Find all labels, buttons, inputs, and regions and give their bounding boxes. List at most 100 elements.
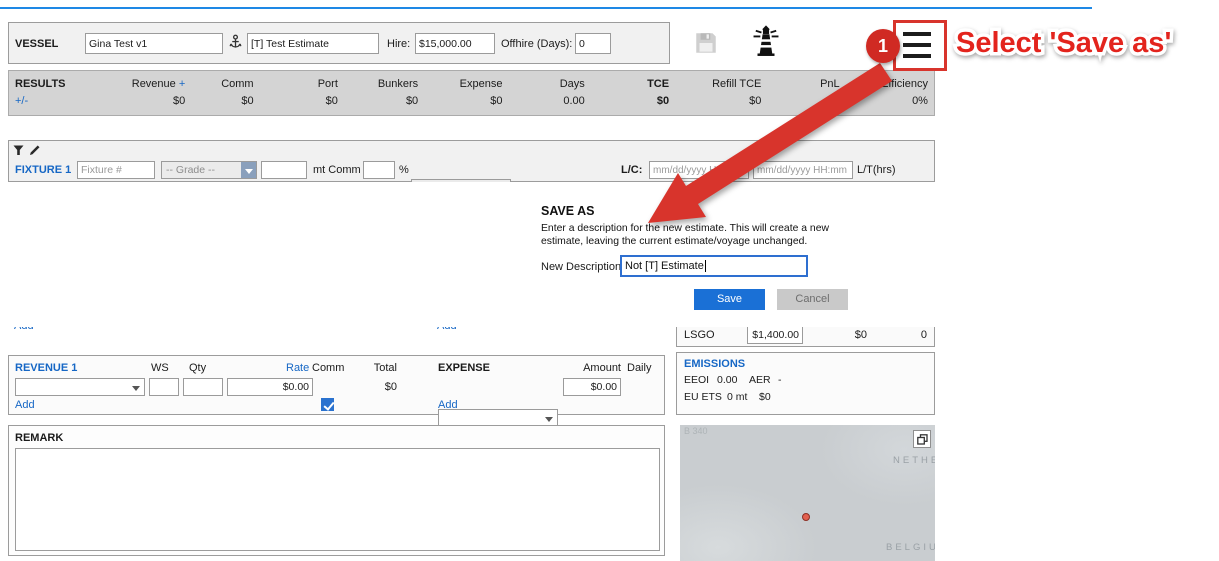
laycan-to-input[interactable] <box>753 161 853 179</box>
results-col-label: PnL <box>764 78 840 90</box>
results-col-label: Days <box>505 78 585 90</box>
map-label-netherlands: NETHE <box>893 455 935 466</box>
comm-input[interactable] <box>363 161 395 179</box>
estimate-name-input[interactable] <box>247 33 379 54</box>
results-col-value: $0 <box>764 95 840 107</box>
fixture-number-input[interactable] <box>77 161 155 179</box>
eeoi-value: 0.00 <box>717 374 737 386</box>
results-col-value: $0 <box>671 95 761 107</box>
results-col-value: 0.00 <box>505 95 585 107</box>
ws-input[interactable] <box>149 378 179 396</box>
bunker-grade-label: LSGO <box>684 329 715 341</box>
bunker-cost-value: $0 <box>827 329 867 341</box>
results-col-value: $0 <box>188 95 254 107</box>
cancel-button[interactable]: Cancel <box>777 289 848 310</box>
revenue-plus-toggle[interactable]: + <box>179 78 185 90</box>
remark-textarea[interactable] <box>15 448 660 551</box>
text-caret <box>705 260 706 272</box>
euets-qty: 0 mt <box>727 391 747 403</box>
euets-label: EU ETS <box>684 391 722 403</box>
cargo-qty-input[interactable] <box>261 161 307 179</box>
annotation-callout: Select 'Save as' <box>948 14 1219 68</box>
results-col-value: $0 <box>420 95 502 107</box>
results-col-label: Revenue + <box>79 78 185 90</box>
eeoi-label: EEOI <box>684 374 709 386</box>
map-corner-label: B 340 <box>684 426 708 436</box>
revenue-title: REVENUE 1 <box>15 362 77 374</box>
map-port-marker <box>802 513 810 521</box>
annotation-highlight-box <box>893 20 947 71</box>
map-label-belgium: BELGIU <box>886 542 935 553</box>
hire-label: Hire: <box>387 38 410 50</box>
expense-title: EXPENSE <box>438 362 490 374</box>
map-expand-button[interactable] <box>913 430 931 448</box>
rate-comm-checkbox[interactable] <box>321 398 334 411</box>
map[interactable]: B 340 NETHE BELGIU <box>680 425 935 561</box>
filter-icon[interactable] <box>13 145 24 156</box>
anchor-icon[interactable] <box>229 34 242 51</box>
ws-header: WS <box>151 362 169 374</box>
annotation-callout-text: Select 'Save as' <box>956 27 1171 59</box>
results-plusminus-toggle[interactable]: +/- <box>15 95 77 107</box>
save-icon[interactable] <box>693 30 719 56</box>
new-description-label: New Description <box>541 261 621 273</box>
results-col-label: Comm <box>188 78 254 90</box>
vessel-label: VESSEL <box>15 38 58 50</box>
emissions-box: EMISSIONS EEOI 0.00 AER - EU ETS 0 mt $0 <box>676 352 935 415</box>
rate-header[interactable]: Rate <box>286 362 309 374</box>
revenue-type-select[interactable] <box>15 378 145 396</box>
results-col-value: $0 <box>256 95 338 107</box>
add-expense-link[interactable]: Add <box>438 399 458 412</box>
chevron-down-icon <box>132 386 140 395</box>
app-canvas: VESSEL Hire: Offhire (Days): <box>0 0 1219 561</box>
percent-label: % <box>399 164 409 176</box>
euets-cost: $0 <box>759 391 771 403</box>
grade-select[interactable]: -- Grade -- <box>161 161 257 179</box>
lighthouse-icon[interactable] <box>751 24 781 58</box>
results-col-label: Bunkers <box>340 78 418 90</box>
window-top-border <box>0 7 1092 9</box>
results-col-value: $0 <box>587 95 669 107</box>
emissions-title: EMISSIONS <box>684 358 745 370</box>
results-col-label: Expense <box>420 78 502 90</box>
laycan-from-input[interactable] <box>649 161 749 179</box>
amount-header: Amount <box>581 362 621 374</box>
remark-title: REMARK <box>15 432 63 444</box>
chevron-down-icon <box>241 162 256 178</box>
add-revenue-link[interactable]: Add <box>15 399 35 412</box>
save-button[interactable]: Save <box>694 289 765 310</box>
results-title: RESULTS <box>15 78 77 90</box>
aer-label: AER <box>749 374 771 386</box>
results-col-label: Refill TCE <box>671 78 761 90</box>
qty-input[interactable] <box>183 378 223 396</box>
revenue-total-value: $0 <box>359 381 397 393</box>
hire-input[interactable] <box>415 33 495 54</box>
expense-amount-input[interactable] <box>563 378 621 396</box>
offhire-input[interactable] <box>575 33 611 54</box>
results-col-label: TCE <box>587 78 669 90</box>
vessel-bar: VESSEL Hire: Offhire (Days): <box>8 22 670 64</box>
aer-value: - <box>778 374 782 386</box>
remark-box: REMARK <box>8 425 665 556</box>
revenue-expense-box: REVENUE 1 WS Qty Rate Comm Total EXPENSE… <box>8 355 665 415</box>
daily-header: Daily <box>627 362 651 374</box>
bunker-price-input[interactable] <box>747 326 803 344</box>
results-col-label: Port <box>256 78 338 90</box>
comm-header: Comm <box>312 362 344 374</box>
results-col-value: $0 <box>340 95 418 107</box>
edit-pencil-icon[interactable] <box>29 144 41 156</box>
dialog-description: Enter a description for the new estimate… <box>541 222 859 248</box>
rate-input[interactable] <box>227 378 313 396</box>
expand-window-icon <box>917 434 928 445</box>
fixture-title: FIXTURE 1 <box>15 164 71 176</box>
bunker-qty-value: 0 <box>895 329 927 341</box>
results-col-label: Efficiency <box>842 78 928 90</box>
new-description-input[interactable]: Not [T] Estimate <box>620 255 808 277</box>
dialog-title: SAVE AS <box>541 204 595 218</box>
laycan-label: L/C: <box>621 164 642 176</box>
annotation-step-badge: 1 <box>866 29 900 63</box>
results-col-value: $0 <box>79 95 185 107</box>
mt-comm-label: mt Comm <box>313 164 361 176</box>
vessel-name-input[interactable] <box>85 33 223 54</box>
total-header: Total <box>369 362 397 374</box>
